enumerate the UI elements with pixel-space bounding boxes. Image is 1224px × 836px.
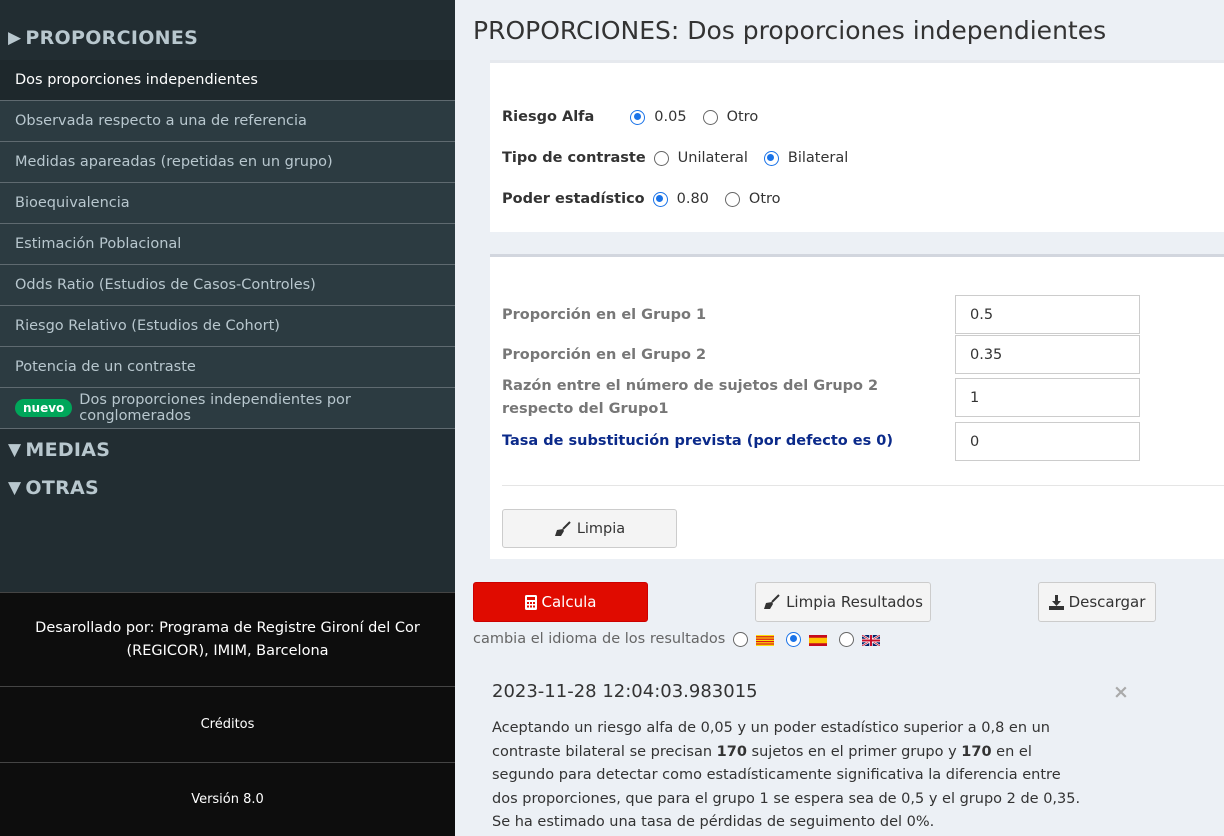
sidebar: ▶ PROPORCIONES Dos proporciones independ… (0, 0, 455, 836)
triangle-down-icon: ▼ (8, 440, 22, 460)
spanish-flag-icon (809, 634, 828, 646)
new-badge: nuevo (15, 399, 73, 417)
sidebar-item-potencia[interactable]: Potencia de un contraste (0, 347, 455, 388)
sidebar-item-label: Odds Ratio (Estudios de Casos-Controles) (15, 277, 316, 293)
p1-label: Proporción en el Grupo 1 (502, 307, 707, 323)
power-option-otro[interactable]: Otro (724, 191, 781, 207)
sidebar-section-medias[interactable]: ▼ MEDIAS (0, 431, 455, 469)
inputs-box: Proporción en el Grupo 1 0.5 Proporción … (490, 254, 1224, 559)
contrast-label: Tipo de contraste (502, 150, 646, 166)
option-label: Otro (748, 191, 781, 207)
result-text-part: sujetos en el primer grupo y (746, 743, 962, 760)
calculate-button[interactable]: Calcula (473, 582, 648, 622)
contrast-option-bilateral[interactable]: Bilateral (763, 150, 849, 166)
radio-unselected[interactable] (653, 150, 669, 166)
sidebar-item-label: Estimación Poblacional (15, 236, 182, 252)
calculate-button-label: Calcula (541, 593, 597, 611)
section-label: MEDIAS (25, 439, 111, 461)
radio-selected[interactable] (763, 150, 779, 166)
sidebar-section-otras[interactable]: ▼ OTRAS (0, 469, 455, 507)
language-selector: cambia el idioma de los resultados (473, 631, 884, 647)
result-n1: 170 (716, 743, 747, 760)
contrast-option-unilateral[interactable]: Unilateral (653, 150, 748, 166)
result-text: Aceptando un riesgo alfa de 0,05 y un po… (492, 717, 1082, 835)
sidebar-item-observada[interactable]: Observada respecto a una de referencia (0, 101, 455, 142)
option-label: Unilateral (677, 150, 748, 166)
language-radio-catalan[interactable] (733, 631, 749, 647)
close-icon[interactable]: × (1113, 681, 1129, 703)
language-radio-english[interactable] (839, 631, 855, 647)
triangle-right-icon: ▶ (8, 28, 22, 48)
sidebar-item-label: Bioequivalencia (15, 195, 130, 211)
sidebar-item-label: Dos proporciones independientes por cong… (79, 392, 351, 424)
option-label: Otro (726, 109, 759, 125)
result-n2: 170 (961, 743, 992, 760)
version-info: Versión 8.0 (0, 762, 455, 836)
developer-text: Desarollado por: Programa de Registre Gi… (35, 619, 420, 659)
clear-results-button[interactable]: Limpia Resultados (755, 582, 931, 622)
clear-button-label: Limpia (576, 520, 626, 537)
option-label: 0.80 (676, 191, 709, 207)
radio-selected[interactable] (630, 109, 646, 125)
sidebar-item-apareadas[interactable]: Medidas apareadas (repetidas en un grupo… (0, 142, 455, 183)
alpha-option-otro[interactable]: Otro (702, 109, 759, 125)
language-radio-spanish[interactable] (786, 631, 802, 647)
catalan-flag-icon (756, 634, 775, 646)
sidebar-item-label: Dos proporciones independientes (15, 72, 258, 88)
option-label: 0.05 (654, 109, 687, 125)
broom-icon (554, 520, 572, 537)
contrast-radio-group: Tipo de contraste Unilateral Bilateral (502, 150, 864, 166)
result-timestamp: 2023-11-28 12:04:03.983015 (492, 681, 758, 702)
radio-unselected[interactable] (702, 109, 718, 125)
clear-results-label: Limpia Resultados (786, 593, 923, 611)
sidebar-item-label: Riesgo Relativo (Estudios de Cohort) (15, 318, 280, 334)
radio-unselected[interactable] (724, 191, 740, 207)
radio-selected[interactable] (652, 191, 668, 207)
ratio-input[interactable]: 1 (955, 378, 1140, 417)
uk-flag-icon (861, 633, 881, 647)
alpha-option-005[interactable]: 0.05 (630, 109, 687, 125)
broom-icon (763, 594, 781, 610)
triangle-down-icon: ▼ (8, 478, 22, 498)
download-button[interactable]: Descargar (1038, 582, 1156, 622)
download-icon (1048, 594, 1064, 610)
p1-input[interactable]: 0.5 (955, 295, 1140, 334)
ratio-label: Razón entre el número de sujetos del Gru… (502, 378, 879, 417)
sidebar-item-conglomerados[interactable]: nuevo Dos proporciones independientes po… (0, 388, 455, 429)
alpha-label: Riesgo Alfa (502, 109, 595, 125)
sidebar-section-proporciones[interactable]: ▶ PROPORCIONES (0, 19, 455, 57)
sidebar-item-label: Observada respecto a una de referencia (15, 113, 307, 129)
sidebar-item-label: Medidas apareadas (repetidas en un grupo… (15, 154, 333, 170)
alpha-radio-group: Riesgo Alfa 0.05 Otro (502, 109, 774, 125)
section-label: PROPORCIONES (25, 27, 199, 49)
sidebar-item-bioequivalencia[interactable]: Bioequivalencia (0, 183, 455, 224)
sidebar-item-estimacion[interactable]: Estimación Poblacional (0, 224, 455, 265)
credits-label: Créditos (200, 717, 255, 732)
download-button-label: Descargar (1068, 593, 1146, 611)
version-label: Versión 8.0 (191, 792, 264, 807)
sidebar-item-dos-proporciones[interactable]: Dos proporciones independientes (0, 60, 455, 101)
calculator-icon (524, 594, 537, 610)
credits-link[interactable]: Créditos (0, 686, 455, 762)
sidebar-item-riesgo-relativo[interactable]: Riesgo Relativo (Estudios de Cohort) (0, 306, 455, 347)
loss-rate-label: Tasa de substitución prevista (por defec… (502, 433, 894, 449)
developer-credit: Desarollado por: Programa de Registre Gi… (0, 592, 455, 686)
parameters-box: Riesgo Alfa 0.05 Otro Tipo de contraste … (490, 60, 1224, 232)
sidebar-menu: Dos proporciones independientes Observad… (0, 60, 455, 429)
section-label: OTRAS (25, 477, 100, 499)
clear-button[interactable]: Limpia (502, 509, 677, 548)
main-content: PROPORCIONES: Dos proporciones independi… (455, 0, 1224, 836)
power-label: Poder estadístico (502, 191, 645, 207)
loss-rate-input[interactable]: 0 (955, 422, 1140, 461)
p2-label: Proporción en el Grupo 2 (502, 347, 707, 363)
divider (502, 485, 1224, 486)
p2-input[interactable]: 0.35 (955, 335, 1140, 374)
sidebar-item-odds-ratio[interactable]: Odds Ratio (Estudios de Casos-Controles) (0, 265, 455, 306)
power-option-080[interactable]: 0.80 (652, 191, 709, 207)
power-radio-group: Poder estadístico 0.80 Otro (502, 191, 797, 207)
sidebar-item-label: Potencia de un contraste (15, 359, 196, 375)
language-label: cambia el idioma de los resultados (473, 631, 726, 647)
option-label: Bilateral (787, 150, 849, 166)
page-title: PROPORCIONES: Dos proporciones independi… (473, 16, 1107, 45)
